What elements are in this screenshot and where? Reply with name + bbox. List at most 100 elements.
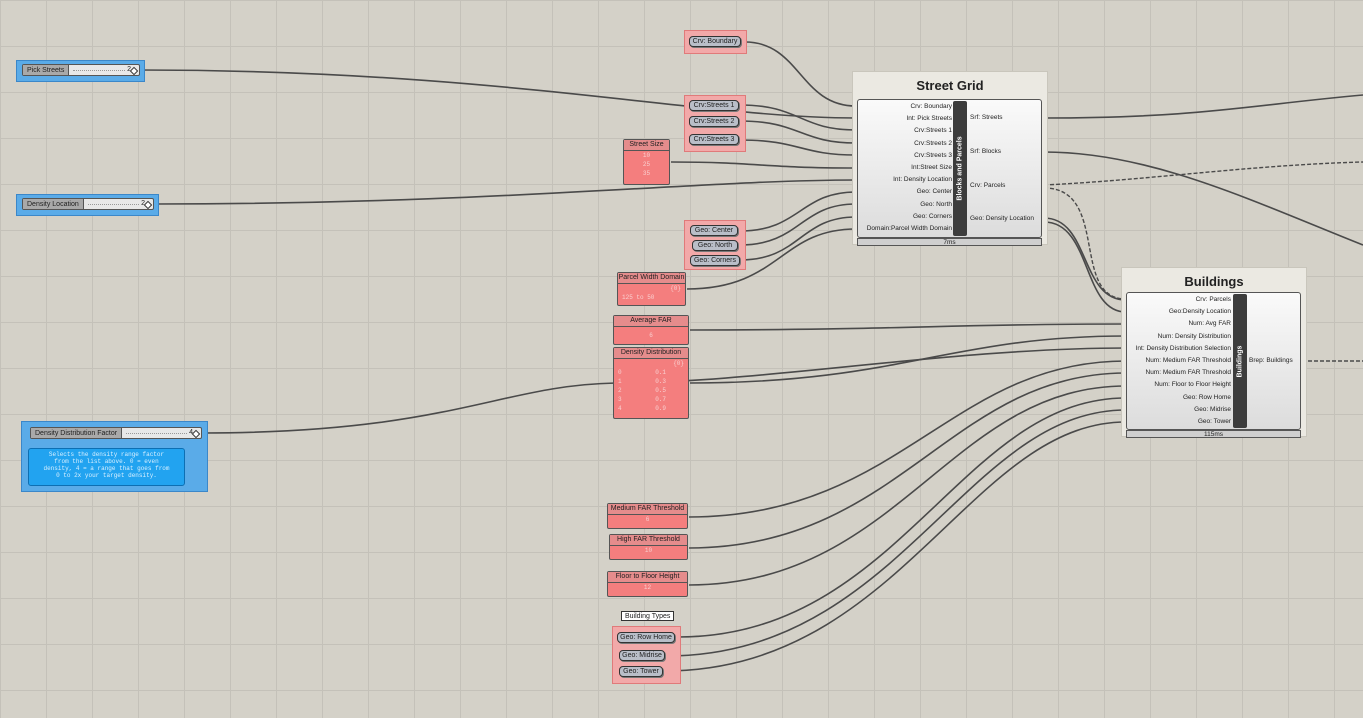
- diamond-icon: [191, 429, 201, 439]
- output-port[interactable]: Srf: Streets: [970, 114, 1003, 121]
- panel-street-size[interactable]: Street Size 10 25 35: [623, 139, 670, 185]
- input-port[interactable]: Geo: Row Home: [1129, 392, 1231, 404]
- input-port[interactable]: Int: Density Distribution Selection: [1129, 343, 1231, 355]
- cluster-buildings[interactable]: Crv: Parcels Geo:Density Location Num: A…: [1126, 292, 1301, 430]
- param-geo-midrise[interactable]: Geo: Midrise: [619, 650, 665, 661]
- label-building-types: Building Types: [621, 611, 675, 621]
- wire: [689, 323, 1127, 331]
- input-port[interactable]: Num: Medium FAR Threshold: [1129, 367, 1232, 379]
- panel-header: {0}: [673, 360, 684, 367]
- cluster-time: 115ms: [1126, 430, 1301, 438]
- wire: [139, 69, 857, 119]
- output-port[interactable]: Crv: Parcels: [970, 182, 1005, 189]
- list-item: 2 0.5: [618, 387, 666, 394]
- panel-high-far-threshold[interactable]: High FAR Threshold 10: [609, 534, 688, 560]
- panel-value: 6: [645, 516, 650, 523]
- input-port[interactable]: Geo: Midrise: [1129, 404, 1231, 416]
- panel-density-distribution[interactable]: Density Distribution {0} 0 0.1 1 0.3 2 0.5 …: [613, 347, 689, 419]
- output-port[interactable]: Brep: Buildings: [1249, 357, 1293, 364]
- input-port[interactable]: Crv: Parcels: [1129, 294, 1231, 306]
- slider-density-distribution-factor[interactable]: Density Distribution Factor 4: [30, 427, 202, 439]
- param-geo-center[interactable]: Geo: Center: [690, 225, 738, 236]
- wire-dashed: [1043, 161, 1363, 186]
- wire: [739, 203, 857, 246]
- input-port[interactable]: Crv:Streets 3: [860, 150, 952, 162]
- input-port[interactable]: Geo: Corners: [860, 211, 952, 223]
- wire-dashed: [1043, 187, 1127, 300]
- diamond-icon: [143, 200, 153, 210]
- wire: [663, 421, 1127, 672]
- wire: [670, 161, 857, 169]
- output-ports: Brep: Buildings: [1249, 293, 1301, 431]
- input-port[interactable]: Geo: Center: [860, 186, 952, 198]
- wire: [1043, 151, 1363, 246]
- input-port[interactable]: Num: Density Distribution: [1129, 331, 1231, 343]
- input-port[interactable]: Num: Medium FAR Threshold: [1129, 355, 1232, 367]
- wire: [739, 120, 857, 144]
- slider-track[interactable]: 2: [84, 199, 153, 210]
- param-crv-streets-2[interactable]: Crv:Streets 2: [689, 116, 739, 127]
- wire: [739, 139, 857, 156]
- slider-density-location[interactable]: Density Location 2: [22, 198, 154, 210]
- input-port[interactable]: Geo:Density Location: [1129, 306, 1231, 318]
- panel-title: High FAR Threshold: [610, 535, 687, 546]
- slider-pick-streets[interactable]: Pick Streets 2: [22, 64, 140, 76]
- note-line: 0 to 2x your target density.: [56, 472, 157, 479]
- wire: [739, 216, 857, 261]
- param-geo-corners[interactable]: Geo: Corners: [690, 255, 740, 266]
- param-crv-boundary[interactable]: Crv: Boundary: [689, 36, 741, 47]
- panel-title: Average FAR: [614, 316, 688, 327]
- input-port[interactable]: Crv:Streets 2: [860, 138, 952, 150]
- panel-parcel-width-domain[interactable]: Parcel Width Domain {0} 125 to 50: [617, 272, 686, 306]
- wire: [689, 335, 1127, 384]
- wire: [688, 372, 1127, 549]
- note-line: Selects the density range factor: [48, 451, 165, 458]
- panel-title: Density Distribution: [614, 348, 688, 359]
- input-port[interactable]: Geo: Tower: [1129, 416, 1231, 428]
- panel-value: 125 to 50: [622, 294, 655, 301]
- slider-label: Density Location: [23, 199, 84, 209]
- note-line: density, 4 = a range that goes from: [43, 465, 170, 472]
- input-port[interactable]: Geo: North: [860, 199, 952, 211]
- cluster-bar: Buildings: [1233, 294, 1247, 428]
- input-port[interactable]: Crv: Boundary: [860, 101, 952, 113]
- panel-floor-to-floor-height[interactable]: Floor to Floor Height 12: [607, 571, 688, 597]
- cluster-title: Buildings: [1184, 274, 1244, 289]
- param-geo-north[interactable]: Geo: North: [692, 240, 738, 251]
- output-port[interactable]: Geo: Density Location: [970, 215, 1034, 222]
- slider-track[interactable]: 4: [122, 428, 201, 439]
- output-ports: Srf: Streets Srf: Blocks Crv: Parcels Ge…: [970, 100, 1042, 239]
- diamond-icon: [129, 66, 139, 76]
- input-port[interactable]: Num: Floor to Floor Height: [1129, 379, 1231, 391]
- input-port[interactable]: Int: Pick Streets: [860, 113, 952, 125]
- slider-track[interactable]: 2: [69, 65, 139, 76]
- cluster-bar-label: Blocks and Parcels: [956, 136, 964, 201]
- wire: [1043, 94, 1363, 119]
- wire: [154, 179, 857, 205]
- panel-value: 6: [649, 332, 653, 339]
- panel-value: 10: [642, 152, 651, 159]
- input-port[interactable]: Num: Avg FAR: [1129, 318, 1231, 330]
- slider-label: Density Distribution Factor: [31, 428, 123, 438]
- list-item: 3 0.7: [618, 396, 666, 403]
- panel-title: Parcel Width Domain: [618, 273, 685, 284]
- input-port[interactable]: Domain:Parcel Width Domain: [860, 223, 952, 235]
- output-port[interactable]: Srf: Blocks: [970, 148, 1001, 155]
- input-port[interactable]: Int: Density Location: [860, 174, 952, 186]
- param-crv-streets-3[interactable]: Crv:Streets 3: [689, 134, 739, 145]
- panel-value: 10: [644, 547, 653, 554]
- panel-medium-far-threshold[interactable]: Medium FAR Threshold 6: [607, 503, 688, 529]
- param-geo-tower[interactable]: Geo: Tower: [619, 666, 663, 677]
- cluster-street-grid[interactable]: Crv: Boundary Int: Pick Streets Crv:Stre…: [857, 99, 1042, 238]
- param-crv-streets-1[interactable]: Crv:Streets 1: [689, 100, 739, 111]
- panel-average-far[interactable]: Average FAR 6: [613, 315, 689, 345]
- wire: [1043, 217, 1127, 301]
- input-port[interactable]: Int:Street Size: [860, 162, 952, 174]
- input-port[interactable]: Crv:Streets 1: [860, 125, 952, 137]
- param-geo-row-home[interactable]: Geo: Row Home: [617, 632, 675, 643]
- cluster-bar: Blocks and Parcels: [953, 101, 967, 236]
- input-ports: Crv: Boundary Int: Pick Streets Crv:Stre…: [860, 101, 952, 235]
- panel-value: 35: [642, 170, 651, 177]
- note-panel[interactable]: Selects the density range factor from th…: [28, 448, 185, 486]
- input-ports: Crv: Parcels Geo:Density Location Num: A…: [1129, 294, 1231, 428]
